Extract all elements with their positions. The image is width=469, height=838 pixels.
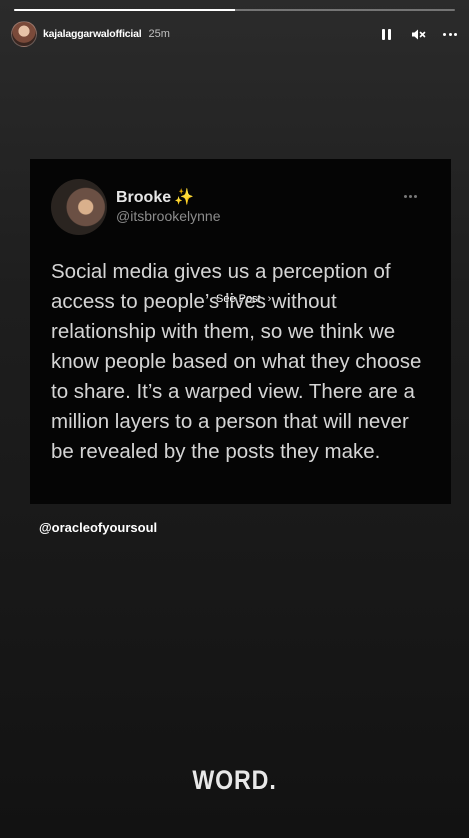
speaker-muted-icon: [411, 29, 425, 39]
tweet-more-icon: [404, 195, 417, 198]
sparkle-icon: ✨: [174, 189, 195, 206]
tweet-author-name-text: Brooke: [116, 189, 172, 206]
shared-tweet-card: Brooke ✨ @itsbrookelynne Social media giv…: [30, 159, 451, 504]
tweet-handle: @itsbrookelynne: [116, 208, 221, 224]
pause-button[interactable]: [378, 26, 394, 42]
avatar[interactable]: [11, 21, 37, 47]
mute-button[interactable]: [410, 26, 426, 42]
see-post-link[interactable]: See Post ›: [216, 293, 271, 305]
story-progress-bar: [14, 9, 455, 11]
more-options-button[interactable]: [442, 26, 458, 42]
tweet-author-name: Brooke ✨: [116, 187, 194, 207]
username[interactable]: kajalaggarwalofficial: [43, 28, 142, 40]
story-progress-fill: [14, 9, 235, 11]
caption-text: WORD.: [192, 765, 277, 795]
story-controls: [378, 26, 458, 42]
more-horizontal-icon: [443, 32, 457, 36]
pause-icon: [381, 28, 391, 40]
chevron-right-icon: ›: [267, 293, 272, 305]
see-post-label: See Post: [216, 293, 261, 305]
story-header: kajalaggarwalofficial 25m: [11, 21, 458, 47]
tweet-avatar: [51, 179, 107, 235]
post-time: 25m: [148, 28, 170, 40]
mention-sticker[interactable]: @oracleofyoursoul: [39, 520, 157, 535]
tweet-text: Social media gives us a perception of ac…: [51, 260, 422, 463]
